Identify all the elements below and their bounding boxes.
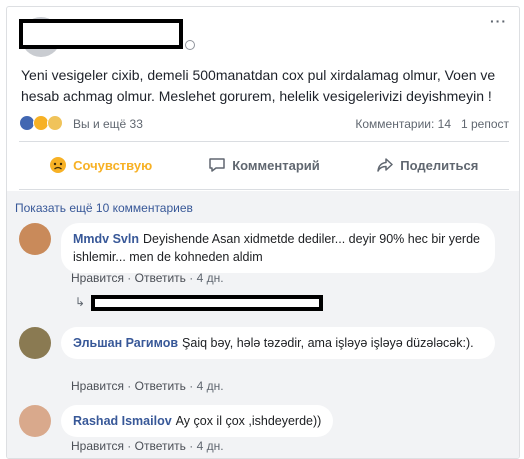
comment-text: Şaiq bəy, hələ təzədir, ama işləyə işləy… bbox=[182, 336, 474, 350]
reply-comment-link[interactable]: Ответить bbox=[135, 439, 186, 453]
commenter-name[interactable]: Mmdv Svln bbox=[73, 232, 139, 246]
redacted-author-name bbox=[19, 19, 183, 49]
more-options-icon[interactable]: ··· bbox=[490, 13, 507, 29]
comment-button[interactable]: Комментарий bbox=[182, 149, 345, 181]
reply-arrow-icon: ↳ bbox=[75, 295, 86, 309]
like-comment-link[interactable]: Нравится bbox=[71, 379, 124, 393]
globe-icon bbox=[185, 40, 195, 50]
comment-button-label: Комментарий bbox=[232, 157, 320, 173]
sad-icon bbox=[47, 115, 63, 131]
comment-time[interactable]: 4 дн. bbox=[197, 271, 224, 285]
comment-time[interactable]: 4 дн. bbox=[197, 379, 224, 393]
divider bbox=[19, 189, 509, 190]
comment-bubble: Rashad Ismailov Ay çox il çox ,ishdeyerde… bbox=[61, 405, 334, 437]
reply-comment-link[interactable]: Ответить bbox=[135, 271, 186, 285]
reaction-icons[interactable] bbox=[19, 115, 63, 131]
like-comment-link[interactable]: Нравится bbox=[71, 439, 124, 453]
reactions-count[interactable]: Вы и ещё 33 bbox=[73, 117, 143, 131]
post-text: Yeni vesigeler cixib, demeli 500manatdan… bbox=[21, 67, 496, 104]
separator: · bbox=[127, 439, 132, 453]
comment-bubble: Mmdv Svln Deyishende Asan xidmetde dedile… bbox=[61, 223, 495, 273]
comment-icon bbox=[209, 158, 225, 172]
commenter-avatar[interactable] bbox=[19, 405, 51, 437]
comment-meta: Нравится · Ответить · 4 дн. bbox=[71, 379, 224, 393]
commenter-name[interactable]: Эльшан Рагимов bbox=[73, 336, 178, 350]
react-button-label: Сочувствую bbox=[73, 157, 153, 173]
comment-bubble: Эльшан Рагимов Şaiq bəy, hələ təzədir, am… bbox=[61, 327, 495, 359]
separator: · bbox=[127, 271, 132, 285]
separator: · bbox=[127, 379, 132, 393]
show-more-comments-link[interactable]: Показать ещё 10 комментариев bbox=[15, 201, 193, 215]
comment-meta: Нравится · Ответить · 4 дн. bbox=[71, 271, 224, 285]
comments-section: Показать ещё 10 комментариев Mmdv Svln De… bbox=[7, 191, 519, 458]
separator: · bbox=[189, 439, 194, 453]
like-comment-link[interactable]: Нравится bbox=[71, 271, 124, 285]
separator: · bbox=[189, 379, 194, 393]
reactions-summary: Вы и ещё 33 Комментарии: 14 1 репост bbox=[19, 115, 509, 133]
comment-time[interactable]: 4 дн. bbox=[197, 439, 224, 453]
commenter-avatar[interactable] bbox=[19, 327, 51, 359]
react-button[interactable]: Сочувствую bbox=[19, 149, 182, 181]
sad-face-icon bbox=[50, 157, 67, 173]
post-card: ··· Yeni vesigeler cixib, demeli 500mana… bbox=[6, 6, 520, 459]
share-button[interactable]: Поделиться bbox=[346, 149, 509, 181]
divider bbox=[19, 141, 509, 142]
comment-text: Ay çox il çox ,ishdeyerde)) bbox=[175, 414, 322, 428]
separator: · bbox=[189, 271, 194, 285]
commenter-avatar[interactable] bbox=[19, 223, 51, 255]
shares-count[interactable]: 1 репост bbox=[461, 117, 509, 131]
post-actions: Сочувствую Комментарий Поделиться bbox=[19, 149, 509, 181]
share-button-label: Поделиться bbox=[400, 157, 479, 173]
comments-count[interactable]: Комментарии: 14 bbox=[355, 117, 451, 131]
redacted-reply bbox=[91, 295, 323, 311]
reply-comment-link[interactable]: Ответить bbox=[135, 379, 186, 393]
commenter-name[interactable]: Rashad Ismailov bbox=[73, 414, 172, 428]
share-icon bbox=[377, 158, 394, 172]
comment-meta: Нравится · Ответить · 4 дн. bbox=[71, 439, 224, 453]
